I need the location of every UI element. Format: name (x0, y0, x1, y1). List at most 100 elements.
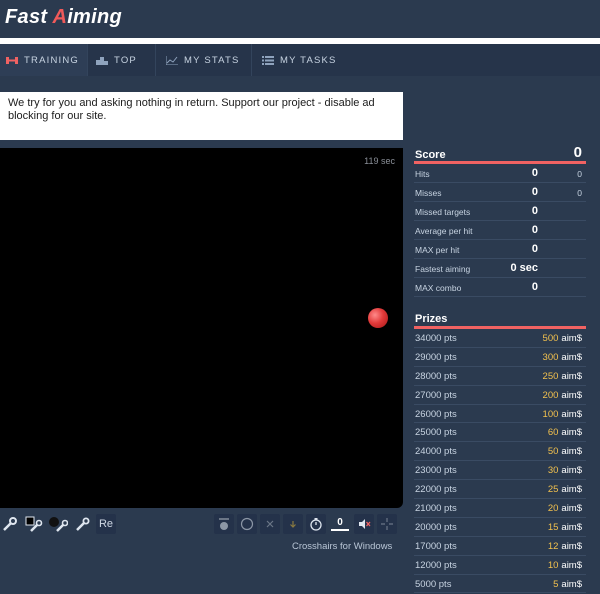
tab-training-label: TRAINING (24, 54, 79, 66)
stat-row-hits: Hits 0 0 (414, 164, 586, 183)
prize-row: 24000 pts 50 aim$ (414, 442, 586, 462)
stat-label: Hits (415, 169, 430, 179)
prize-row: 28000 pts 250 aim$ (414, 367, 586, 386)
prize-points: 5000 pts (415, 578, 452, 590)
crosshair-settings-icon[interactable] (0, 514, 20, 534)
prize-points: 21000 pts (415, 503, 457, 515)
circle-mode-icon[interactable] (237, 514, 257, 534)
stat-label: Missed targets (415, 207, 471, 217)
target-counter-value: 0 (337, 517, 343, 528)
list-icon (262, 55, 274, 65)
prize-points: 27000 pts (415, 389, 457, 401)
stat-label: MAX combo (415, 283, 462, 293)
tab-top[interactable]: TOP (88, 44, 156, 76)
crosshair-icon[interactable] (377, 514, 397, 534)
chart-icon (165, 55, 178, 65)
prize-row: 21000 pts 20 aim$ (414, 499, 586, 518)
prize-amount: 250 (542, 370, 559, 382)
prize-unit: aim$ (561, 521, 582, 533)
target-size-icon[interactable] (214, 514, 234, 534)
prize-unit: aim$ (561, 484, 582, 496)
game-canvas[interactable]: 119 sec (0, 148, 403, 508)
stat-value: 0 (531, 224, 538, 236)
prize-unit: aim$ (561, 559, 582, 571)
prizes-header: Prizes (414, 307, 586, 329)
game-toolbar-right: 0 (214, 513, 400, 535)
prize-row: 12000 pts 10 aim$ (414, 556, 586, 575)
target-ball[interactable] (368, 308, 388, 328)
prize-reward: 25 aim$ (548, 484, 582, 495)
score-label: Score (415, 149, 446, 161)
prize-unit: aim$ (561, 351, 582, 363)
arrow-down-icon[interactable] (283, 514, 303, 534)
prize-reward: 100 aim$ (543, 409, 582, 420)
stopwatch-icon[interactable] (306, 514, 326, 534)
prize-row: 17000 pts 12 aim$ (414, 537, 586, 556)
stat-value: 0 (531, 167, 538, 179)
crosshairs-link[interactable]: Crosshairs for Windows (292, 541, 392, 552)
prize-reward: 500 aim$ (543, 333, 582, 344)
background-color-icon[interactable] (24, 514, 44, 534)
stat-row-max-per-hit: MAX per hit 0 (414, 240, 586, 259)
prize-amount: 300 (542, 351, 559, 363)
tab-my-tasks[interactable]: MY TASKS (252, 44, 352, 76)
prize-amount: 30 (547, 465, 559, 477)
main-nav: TRAINING TOP MY STATS MY TASKS (0, 44, 600, 76)
prize-points: 23000 pts (415, 465, 457, 477)
stat-extra: 0 (577, 188, 582, 198)
stat-row-max-combo: MAX combo 0 (414, 278, 586, 297)
tab-my-tasks-label: MY TASKS (280, 54, 337, 66)
wrench-icon[interactable] (72, 514, 92, 534)
prize-amount: 50 (547, 446, 559, 458)
tab-my-stats[interactable]: MY STATS (156, 44, 252, 76)
logo-rest: iming (67, 6, 123, 28)
prize-reward: 30 aim$ (548, 465, 582, 476)
prize-points: 26000 pts (415, 408, 457, 420)
score-header: Score 0 (414, 144, 586, 164)
stat-extra: 0 (577, 169, 582, 179)
reset-button[interactable]: Re (96, 514, 116, 534)
prizes-label: Prizes (415, 313, 448, 325)
target-counter[interactable]: 0 (329, 514, 351, 534)
prize-amount: 12 (547, 540, 559, 552)
prize-row: 26000 pts 100 aim$ (414, 405, 586, 424)
flag-icon (6, 56, 18, 65)
prize-unit: aim$ (561, 333, 582, 344)
prize-unit: aim$ (561, 370, 582, 382)
prize-row: 27000 pts 200 aim$ (414, 386, 586, 405)
prize-unit: aim$ (561, 503, 582, 515)
tab-training[interactable]: TRAINING (0, 44, 88, 76)
prize-reward: 250 aim$ (543, 371, 582, 382)
prize-row: 20000 pts 15 aim$ (414, 518, 586, 537)
stat-value: 0 (531, 243, 538, 255)
prize-reward: 20 aim$ (548, 503, 582, 514)
prize-unit: aim$ (561, 465, 582, 477)
tab-my-stats-label: MY STATS (184, 54, 240, 66)
prize-amount: 5 (553, 578, 559, 590)
stat-row-fastest-aiming: Fastest aiming 0 sec (414, 259, 586, 278)
prize-amount: 10 (547, 559, 559, 571)
prize-amount: 100 (542, 408, 559, 420)
sound-off-icon[interactable] (354, 514, 374, 534)
site-logo[interactable]: Fast Aiming (5, 6, 122, 29)
prize-row: 25000 pts 60 aim$ (414, 423, 586, 443)
prize-amount: 200 (542, 389, 559, 401)
tab-top-label: TOP (114, 54, 137, 66)
prize-row: 23000 pts 30 aim$ (414, 461, 586, 481)
prize-amount: 60 (547, 427, 559, 439)
close-mode-icon[interactable] (260, 514, 280, 534)
prize-unit: aim$ (561, 578, 582, 590)
prize-points: 28000 pts (415, 370, 457, 382)
stat-label: MAX per hit (415, 245, 460, 255)
stat-value: 0 (531, 186, 538, 198)
prize-unit: aim$ (561, 408, 582, 420)
target-style-icon[interactable] (48, 514, 68, 534)
prize-points: 12000 pts (415, 559, 457, 571)
prize-amount: 15 (547, 521, 559, 533)
prize-points: 29000 pts (415, 351, 457, 363)
prize-row: 22000 pts 25 aim$ (414, 480, 586, 500)
prize-points: 25000 pts (415, 427, 457, 439)
prize-points: 20000 pts (415, 521, 457, 533)
prize-row: 34000 pts 500 aim$ (414, 329, 586, 348)
prize-reward: 12 aim$ (548, 541, 582, 552)
